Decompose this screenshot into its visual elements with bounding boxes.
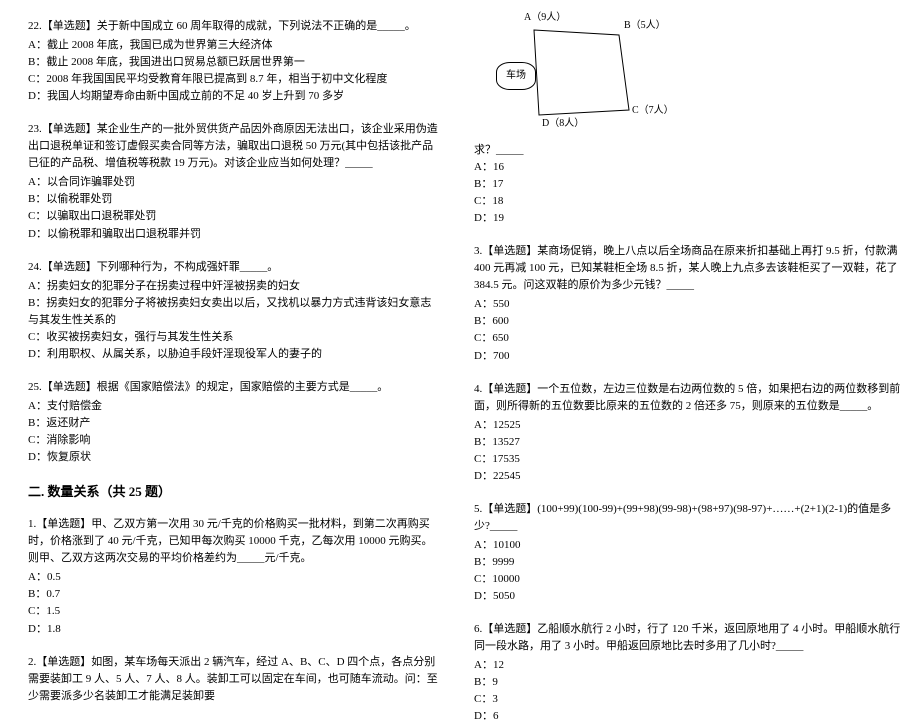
- q-s2-2-stem: 2.【单选题】如图，某车场每天派出 2 辆汽车，经过 A、B、C、D 四个点，各…: [28, 654, 442, 705]
- question-s2-6: 6.【单选题】乙船顺水航行 2 小时，行了 120 千米，返回原地用了 4 小时…: [474, 621, 902, 725]
- question-s2-2: 2.【单选题】如图，某车场每天派出 2 辆汽车，经过 A、B、C、D 四个点，各…: [28, 654, 442, 705]
- q25-opt-d: D：恢复原状: [28, 449, 442, 466]
- question-s2-1: 1.【单选题】甲、乙双方第一次用 30 元/千克的价格购买一批材料，到第二次再购…: [28, 516, 442, 637]
- q-s2-1-stem: 1.【单选题】甲、乙双方第一次用 30 元/千克的价格购买一批材料，到第二次再购…: [28, 516, 442, 567]
- q-s2-3-options: A：550 B：600 C：650 D：700: [474, 296, 902, 364]
- q-s2-4-opt-c: C：17535: [474, 451, 902, 468]
- q23-opt-d: D：以偷税罪和骗取出口退税罪并罚: [28, 226, 442, 243]
- q22-opt-d: D：我国人均期望寿命由新中国成立前的不足 40 岁上升到 70 多岁: [28, 88, 442, 105]
- question-s2-3: 3.【单选题】某商场促销，晚上八点以后全场商品在原来折扣基础上再打 9.5 折，…: [474, 243, 902, 364]
- q24-opt-a: A：拐卖妇女的犯罪分子在拐卖过程中奸淫被拐卖的妇女: [28, 278, 442, 295]
- question-23: 23.【单选题】某企业生产的一批外贸供货产品因外商原因无法出口，该企业采用伪造出…: [28, 121, 442, 242]
- q24-opt-c: C：收买被拐卖妇女，强行与其发生性关系: [28, 329, 442, 346]
- q23-opt-c: C：以骗取出口退税罪处罚: [28, 208, 442, 225]
- q-s2-2-opt-d: D：19: [474, 210, 902, 227]
- carfield-diagram: A（9人） B（5人） C（7人） D（8人） 车场: [494, 18, 664, 138]
- vertex-c-label: C（7人）: [632, 103, 674, 119]
- q22-opt-a: A：截止 2008 年底，我国已成为世界第三大经济体: [28, 37, 442, 54]
- q-s2-2-options: A：16 B：17 C：18 D：19: [474, 159, 902, 227]
- q24-opt-b: B：拐卖妇女的犯罪分子将被拐卖妇女卖出以后，又找机以暴力方式违背该妇女意志与其发…: [28, 295, 442, 329]
- q-s2-5-opt-a: A：10100: [474, 537, 902, 554]
- q-s2-6-opt-a: A：12: [474, 657, 902, 674]
- q22-options: A：截止 2008 年底，我国已成为世界第三大经济体 B：截止 2008 年底，…: [28, 37, 442, 105]
- q-s2-4-stem: 4.【单选题】一个五位数，左边三位数是右边两位数的 5 倍，如果把右边的两位数移…: [474, 381, 902, 415]
- q-s2-5-opt-b: B：9999: [474, 554, 902, 571]
- q23-options: A：以合同诈骗罪处罚 B：以偷税罪处罚 C：以骗取出口退税罪处罚 D：以偷税罪和…: [28, 174, 442, 242]
- carfield-node: 车场: [496, 62, 536, 90]
- q25-stem: 25.【单选题】根据《国家赔偿法》的规定，国家赔偿的主要方式是_____。: [28, 379, 442, 396]
- q22-opt-b: B：截止 2008 年底，我国进出口贸易总额已跃居世界第一: [28, 54, 442, 71]
- question-25: 25.【单选题】根据《国家赔偿法》的规定，国家赔偿的主要方式是_____。 A：…: [28, 379, 442, 466]
- q-s2-6-stem: 6.【单选题】乙船顺水航行 2 小时，行了 120 千米，返回原地用了 4 小时…: [474, 621, 902, 655]
- q23-opt-b: B：以偷税罪处罚: [28, 191, 442, 208]
- q25-opt-b: B：返还财产: [28, 415, 442, 432]
- q-s2-5-opt-d: D：5050: [474, 588, 902, 605]
- q-s2-3-opt-a: A：550: [474, 296, 902, 313]
- vertex-a-label: A（9人）: [524, 10, 566, 26]
- question-24: 24.【单选题】下列哪种行为，不构成强奸罪_____。 A：拐卖妇女的犯罪分子在…: [28, 259, 442, 363]
- q-s2-4-options: A：12525 B：13527 C：17535 D：22545: [474, 417, 902, 485]
- q22-opt-c: C：2008 年我国国民平均受教育年限已提高到 8.7 年，相当于初中文化程度: [28, 71, 442, 88]
- question-s2-2-tail: 求？_____ A：16 B：17 C：18 D：19: [474, 142, 902, 227]
- q-s2-3-opt-d: D：700: [474, 348, 902, 365]
- q-s2-1-options: A：0.5 B：0.7 C：1.5 D：1.8: [28, 569, 442, 637]
- q-s2-2-tail-text: 求？_____: [474, 142, 902, 159]
- q-s2-4-opt-d: D：22545: [474, 468, 902, 485]
- q-s2-6-opt-d: D：6: [474, 708, 902, 725]
- question-s2-5: 5.【单选题】(100+99)(100-99)+(99+98)(99-98)+(…: [474, 501, 902, 605]
- q-s2-3-opt-b: B：600: [474, 313, 902, 330]
- q24-stem: 24.【单选题】下列哪种行为，不构成强奸罪_____。: [28, 259, 442, 276]
- q-s2-5-opt-c: C：10000: [474, 571, 902, 588]
- q23-opt-a: A：以合同诈骗罪处罚: [28, 174, 442, 191]
- q-s2-5-stem: 5.【单选题】(100+99)(100-99)+(99+98)(99-98)+(…: [474, 501, 902, 535]
- q25-options: A：支付赔偿金 B：返还财产 C：消除影响 D：恢复原状: [28, 398, 442, 466]
- q25-opt-a: A：支付赔偿金: [28, 398, 442, 415]
- q24-options: A：拐卖妇女的犯罪分子在拐卖过程中奸淫被拐卖的妇女 B：拐卖妇女的犯罪分子将被拐…: [28, 278, 442, 363]
- q-s2-6-opt-c: C：3: [474, 691, 902, 708]
- q-s2-1-opt-a: A：0.5: [28, 569, 442, 586]
- q23-stem: 23.【单选题】某企业生产的一批外贸供货产品因外商原因无法出口，该企业采用伪造出…: [28, 121, 442, 172]
- q-s2-1-opt-d: D：1.8: [28, 621, 442, 638]
- q25-opt-c: C：消除影响: [28, 432, 442, 449]
- q-s2-2-opt-c: C：18: [474, 193, 902, 210]
- q-s2-4-opt-a: A：12525: [474, 417, 902, 434]
- q-s2-2-opt-a: A：16: [474, 159, 902, 176]
- section-2-title: 二. 数量关系（共 25 题）: [28, 482, 442, 502]
- q-s2-1-opt-c: C：1.5: [28, 603, 442, 620]
- right-column: A（9人） B（5人） C（7人） D（8人） 车场 求？_____ A：16 …: [460, 0, 920, 651]
- q-s2-5-options: A：10100 B：9999 C：10000 D：5050: [474, 537, 902, 605]
- question-s2-4: 4.【单选题】一个五位数，左边三位数是右边两位数的 5 倍，如果把右边的两位数移…: [474, 381, 902, 485]
- vertex-d-label: D（8人）: [542, 116, 584, 132]
- q24-opt-d: D：利用职权、从属关系，以胁迫手段奸淫现役军人的妻子的: [28, 346, 442, 363]
- q-s2-6-options: A：12 B：9 C：3 D：6: [474, 657, 902, 725]
- q-s2-1-opt-b: B：0.7: [28, 586, 442, 603]
- q-s2-2-opt-b: B：17: [474, 176, 902, 193]
- question-22: 22.【单选题】关于新中国成立 60 周年取得的成就，下列说法不正确的是____…: [28, 18, 442, 105]
- q-s2-6-opt-b: B：9: [474, 674, 902, 691]
- vertex-b-label: B（5人）: [624, 18, 666, 34]
- q-s2-3-stem: 3.【单选题】某商场促销，晚上八点以后全场商品在原来折扣基础上再打 9.5 折，…: [474, 243, 902, 294]
- left-column: 22.【单选题】关于新中国成立 60 周年取得的成就，下列说法不正确的是____…: [0, 0, 460, 651]
- q-s2-4-opt-b: B：13527: [474, 434, 902, 451]
- q-s2-3-opt-c: C：650: [474, 330, 902, 347]
- q22-stem: 22.【单选题】关于新中国成立 60 周年取得的成就，下列说法不正确的是____…: [28, 18, 442, 35]
